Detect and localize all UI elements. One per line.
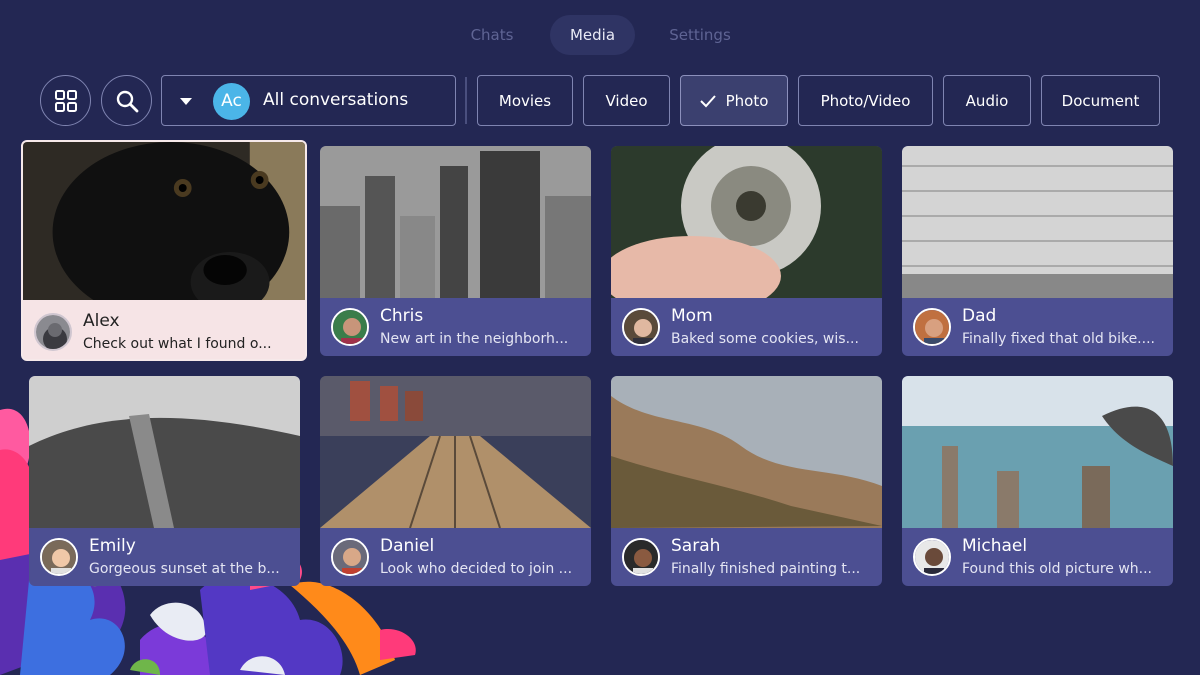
avatar [622, 308, 660, 346]
contact-name: Emily [89, 536, 136, 556]
filter-video[interactable]: Video [583, 75, 670, 126]
filter-audio[interactable]: Audio [943, 75, 1031, 126]
contact-name: Daniel [380, 536, 435, 556]
message-preview: Gorgeous sunset at the b... [89, 561, 280, 577]
photo-thumbnail [23, 142, 305, 300]
filter-label: Movies [498, 91, 552, 110]
filter-label: Photo/Video [820, 91, 911, 110]
photo-thumbnail [611, 376, 882, 528]
chevron-down-icon [180, 98, 192, 105]
avatar [913, 308, 951, 346]
conversation-label: All conversations [263, 90, 409, 110]
conversation-avatar: Ac [213, 83, 250, 120]
grid-view-button[interactable] [40, 75, 91, 126]
avatar [331, 308, 369, 346]
avatar [622, 538, 660, 576]
contact-name: Alex [83, 311, 120, 331]
photo-thumbnail [29, 376, 300, 528]
tab-chats[interactable]: Chats [452, 15, 532, 55]
grid-icon [54, 89, 77, 112]
top-navigation: Chats Media Settings [0, 15, 1200, 55]
toolbar-divider [465, 77, 467, 124]
search-icon [116, 90, 138, 112]
media-card-mom[interactable]: Mom Baked some cookies, wis... [611, 146, 882, 356]
search-button[interactable] [101, 75, 152, 126]
avatar [331, 538, 369, 576]
card-meta: Chris New art in the neighborh... [320, 298, 591, 356]
contact-name: Mom [671, 306, 713, 326]
photo-thumbnail [902, 146, 1173, 298]
media-card-chris[interactable]: Chris New art in the neighborh... [320, 146, 591, 356]
message-preview: Baked some cookies, wis... [671, 331, 859, 347]
card-meta: Mom Baked some cookies, wis... [611, 298, 882, 356]
tab-settings[interactable]: Settings [655, 15, 745, 55]
message-preview: Found this old picture wh... [962, 561, 1153, 577]
message-preview: New art in the neighborh... [380, 331, 569, 347]
media-card-alex[interactable]: Alex Check out what I found o... [21, 140, 307, 361]
card-meta: Emily Gorgeous sunset at the b... [29, 528, 300, 586]
media-card-michael[interactable]: Michael Found this old picture wh... [902, 376, 1173, 586]
conversation-dropdown[interactable]: Ac All conversations [161, 75, 456, 126]
card-meta: Alex Check out what I found o... [23, 301, 305, 359]
avatar [40, 538, 78, 576]
card-meta: Daniel Look who decided to join ... [320, 528, 591, 586]
filter-photo[interactable]: Photo [680, 75, 788, 126]
photo-thumbnail [902, 376, 1173, 528]
checkmark-icon [699, 94, 716, 107]
photo-thumbnail [611, 146, 882, 298]
contact-name: Chris [380, 306, 424, 326]
avatar [913, 538, 951, 576]
photo-thumbnail [320, 146, 591, 298]
filter-photo-video[interactable]: Photo/Video [798, 75, 933, 126]
card-meta: Dad Finally fixed that old bike.... [902, 298, 1173, 356]
contact-name: Michael [962, 536, 1028, 556]
message-preview: Finally fixed that old bike.... [962, 331, 1155, 347]
media-card-dad[interactable]: Dad Finally fixed that old bike.... [902, 146, 1173, 356]
media-card-emily[interactable]: Emily Gorgeous sunset at the b... [29, 376, 300, 586]
photo-thumbnail [320, 376, 591, 528]
message-preview: Check out what I found o... [83, 336, 272, 352]
contact-name: Dad [962, 306, 997, 326]
filter-movies[interactable]: Movies [477, 75, 573, 126]
message-preview: Look who decided to join ... [380, 561, 573, 577]
media-card-daniel[interactable]: Daniel Look who decided to join ... [320, 376, 591, 586]
media-card-sarah[interactable]: Sarah Finally finished painting t... [611, 376, 882, 586]
tab-media[interactable]: Media [550, 15, 635, 55]
filter-label: Audio [965, 91, 1009, 110]
filter-document[interactable]: Document [1041, 75, 1160, 126]
media-toolbar: Ac All conversations Movies Video Photo … [40, 74, 1170, 126]
avatar [34, 313, 72, 351]
filter-label: Photo [725, 91, 769, 110]
filter-label: Document [1061, 91, 1140, 110]
message-preview: Finally finished painting t... [671, 561, 861, 577]
card-meta: Sarah Finally finished painting t... [611, 528, 882, 586]
card-meta: Michael Found this old picture wh... [902, 528, 1173, 586]
contact-name: Sarah [671, 536, 721, 556]
filter-label: Video [605, 91, 648, 110]
